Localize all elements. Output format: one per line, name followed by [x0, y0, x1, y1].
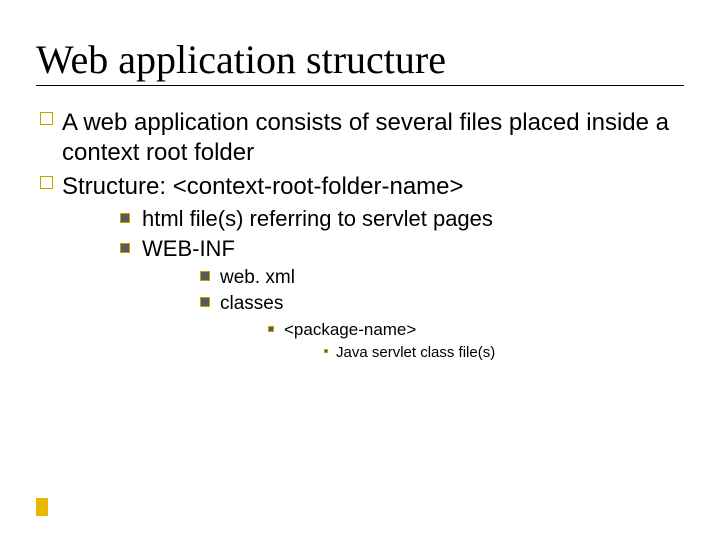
filled-square-icon: [120, 213, 130, 223]
list-item-text: A web application consists of several fi…: [62, 109, 669, 166]
list-item-text: Structure: <context-root-folder-name>: [62, 173, 464, 200]
level4-list: <package-name> Java servlet class file(s…: [220, 319, 684, 363]
filled-square-icon: [120, 243, 130, 253]
hollow-small-square-icon: [200, 271, 210, 281]
list-item-text: Java servlet class file(s): [336, 344, 495, 361]
list-item-text: html file(s) referring to servlet pages: [142, 206, 493, 231]
hollow-small-square-icon: [200, 297, 210, 307]
tiny-square-icon: [268, 326, 274, 332]
list-item-text: WEB-INF: [142, 236, 235, 261]
hollow-square-icon: [40, 176, 53, 189]
level5-list: Java servlet class file(s): [284, 343, 684, 363]
list-item-text: classes: [220, 293, 283, 314]
list-item: classes <package-name> Java servlet clas…: [200, 292, 684, 362]
level1-list: A web application consists of several fi…: [36, 108, 684, 363]
list-item: web. xml: [200, 266, 684, 291]
list-item: html file(s) referring to servlet pages: [120, 205, 684, 233]
list-item-text: <package-name>: [284, 320, 416, 339]
list-item: Structure: <context-root-folder-name> ht…: [40, 172, 684, 363]
hollow-square-icon: [40, 112, 53, 125]
accent-decoration: [36, 498, 48, 516]
level2-list: html file(s) referring to servlet pages …: [62, 205, 684, 362]
level3-list: web. xml classes <package-name>: [142, 266, 684, 363]
list-item: <package-name> Java servlet class file(s…: [268, 319, 684, 363]
list-item: WEB-INF web. xml classes <package-name>: [120, 235, 684, 362]
dot-icon: [324, 349, 328, 353]
list-item: Java servlet class file(s): [324, 343, 684, 363]
slide-title: Web application structure: [36, 36, 684, 86]
list-item: A web application consists of several fi…: [40, 108, 684, 168]
list-item-text: web. xml: [220, 267, 295, 288]
